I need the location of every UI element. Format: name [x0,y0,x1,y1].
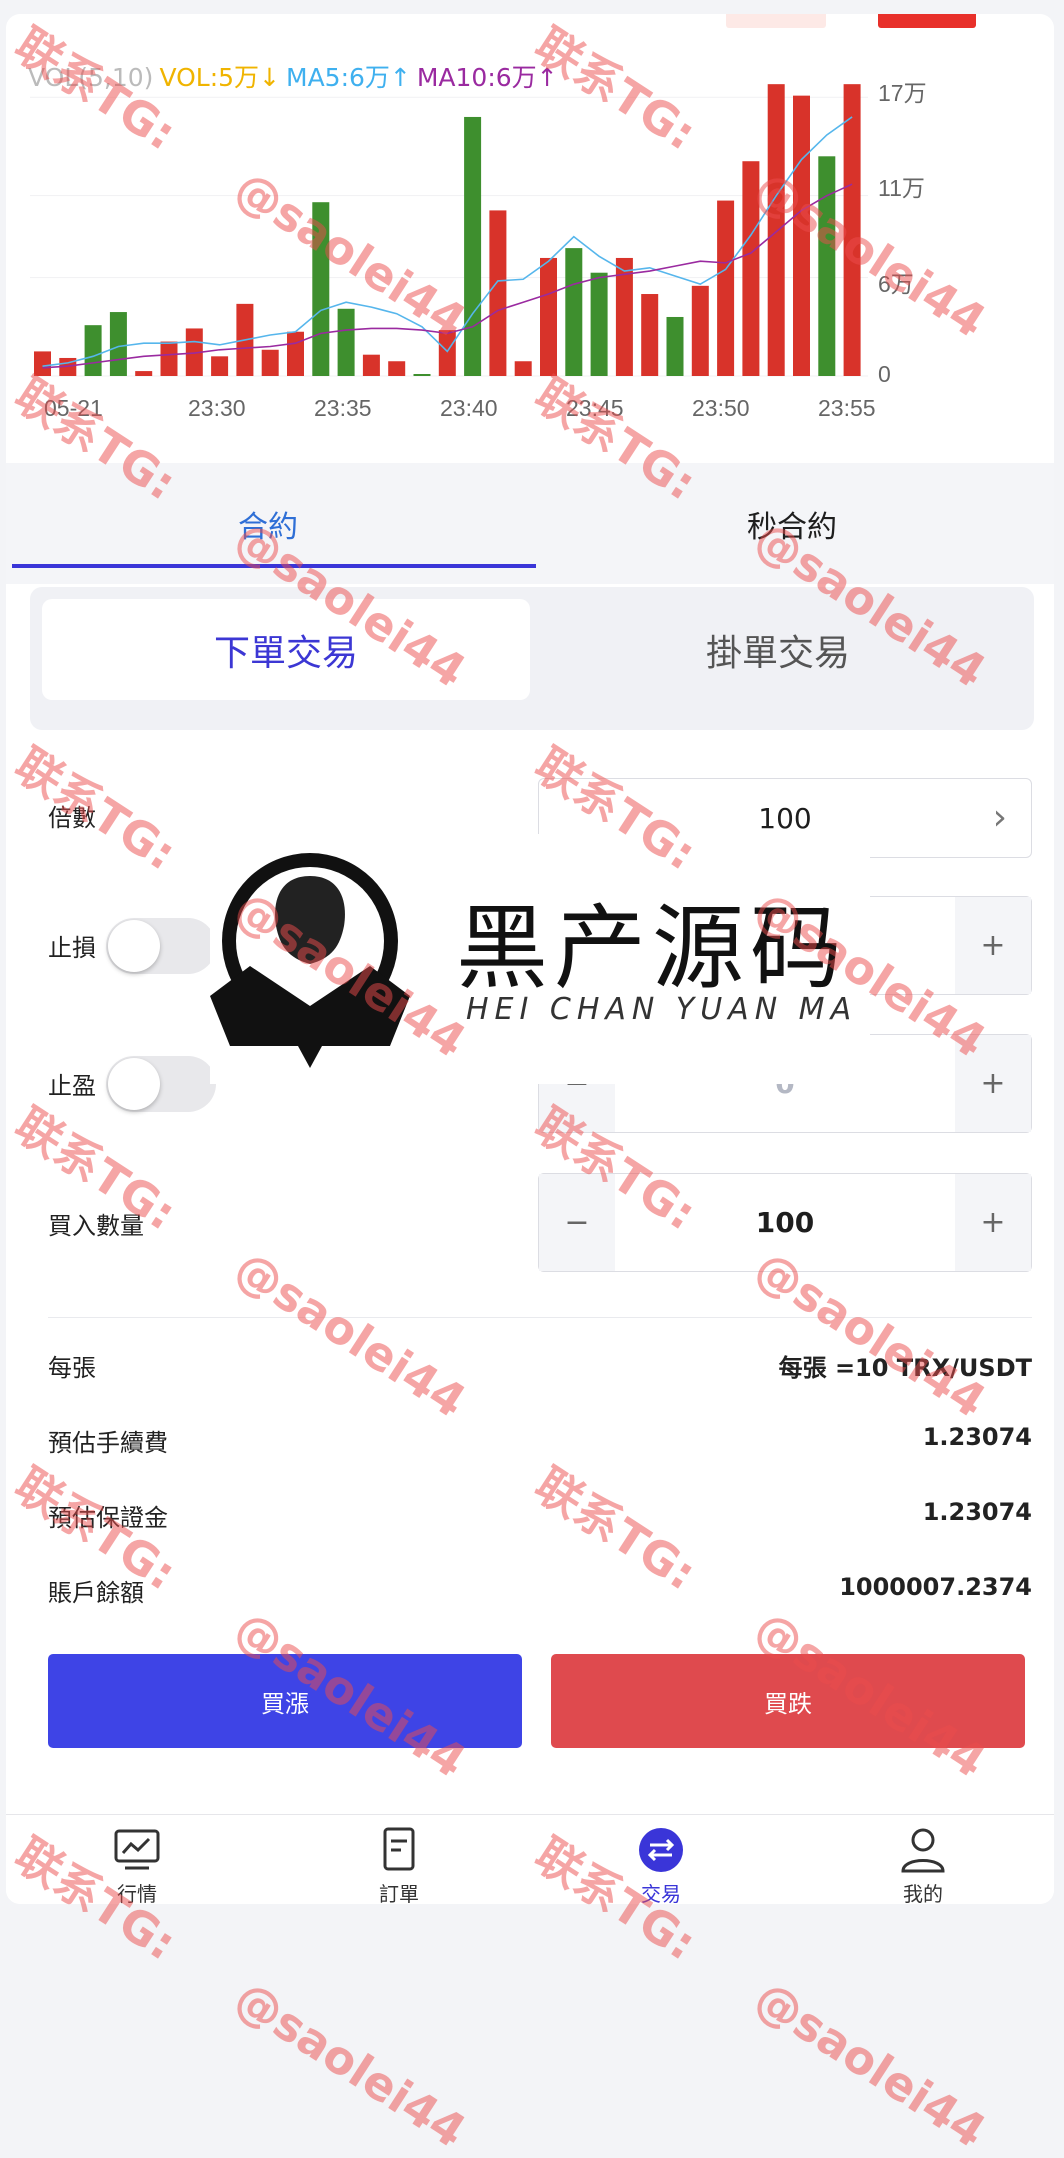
stop-loss-label: 止損 [48,934,96,962]
watermark-text: @saolei44 [225,1970,476,2158]
take-profit-label: 止盈 [48,1072,96,1100]
nav-orders-label: 訂單 [379,1882,419,1904]
per-contract-row: 每張 每張 =10 TRX/USDT [48,1342,1032,1382]
x-tick-label: 23:55 [818,395,876,421]
brand-cn-text: 黑产源码 [456,895,849,1002]
nav-mine-label: 我的 [903,1882,943,1904]
fee-row: 預估手續費 1.23074 [48,1417,1032,1457]
volume-bar [464,116,482,376]
warrior-logo-icon [210,853,410,1068]
brand-logo-overlay: 黑产源码 HEI CHAN YUAN MA [210,834,870,1084]
fee-value: 1.23074 [922,1423,1032,1451]
nav-trade-label: 交易 [641,1882,681,1904]
volume-bar [413,374,431,376]
document-icon [383,1827,415,1871]
limit-order-tab[interactable]: 掛單交易 [534,599,1022,700]
watermark-text: @saolei44 [745,1970,996,2158]
y-tick-label: 11万 [878,175,925,201]
nav-market-label: 行情 [117,1882,157,1904]
margin-row: 預估保證金 1.23074 [48,1492,1032,1532]
volume-bar [211,356,229,376]
volume-chart: VOL(5,10) VOL:5万↓ MA5:6万↑ MA10:6万↑ 17万 11万 6万… [6,14,1054,464]
volume-bar [691,285,709,376]
volume-bar [34,351,51,376]
volume-bar [717,200,735,376]
volume-bar [742,161,760,376]
volume-bar [818,156,836,376]
volume-bar [287,331,304,376]
balance-row: 賬戶餘額 1000007.2374 [48,1567,1032,1607]
volume-bar [540,257,557,376]
x-tick-label: 23:35 [314,395,372,421]
x-tick-label: 23:50 [692,395,750,421]
volume-bar [514,361,532,376]
brand-en-text: HEI CHAN YUAN MA [466,992,858,1027]
volume-bar [160,341,178,376]
volume-bar [438,330,456,376]
volume-bar [489,210,507,376]
swap-arrows-icon [639,1828,683,1872]
per-contract-value: 每張 =10 TRX/USDT [778,1354,1032,1382]
volume-bar [666,316,684,376]
user-icon [901,1828,945,1873]
volume-bar [767,84,785,377]
x-tick-label: 05-21 [44,395,103,421]
stop-loss-plus-button[interactable]: + [955,897,1031,994]
quantity-plus-button[interactable]: + [955,1174,1031,1271]
volume-bar [84,325,102,376]
nav-trade[interactable]: 交易 [530,1815,792,1904]
nav-market[interactable]: 行情 [6,1815,268,1904]
volume-bar [337,308,355,376]
market-order-tab[interactable]: 下單交易 [42,599,530,700]
per-contract-label: 每張 [48,1354,96,1382]
y-tick-label: 17万 [878,80,927,106]
order-type-switch: 下單交易 掛單交易 [30,587,1034,730]
buy-down-button[interactable]: 買跌 [551,1654,1025,1748]
quantity-label: 買入數量 [48,1212,144,1240]
volume-bar [312,202,330,376]
volume-bar [109,312,127,376]
margin-value: 1.23074 [922,1498,1032,1526]
divider [48,1317,1032,1318]
volume-chart-svg: 17万 11万 6万 0 05-21 23:30 23:35 23:40 23:45 23:50 2… [30,80,927,421]
y-tick-label: 6万 [878,271,914,297]
fee-label: 預估手續費 [48,1429,168,1457]
stop-loss-toggle[interactable] [106,918,216,974]
chevron-right-icon: › [992,797,1007,838]
buy-up-button[interactable]: 買漲 [48,1654,522,1748]
quantity-stepper: − 100 + [538,1173,1032,1272]
x-tick-label: 23:45 [566,395,624,421]
take-profit-plus-button[interactable]: + [955,1035,1031,1132]
chart-monitor-icon [114,1829,160,1870]
balance-value: 1000007.2374 [839,1573,1032,1601]
volume-bar [793,95,810,377]
tab-second-contract[interactable]: 秒合約 [530,463,1054,584]
volume-bar [641,294,659,376]
margin-label: 預估保證金 [48,1504,168,1532]
volume-bar [590,272,608,376]
volume-bar [362,354,380,376]
nav-orders[interactable]: 訂單 [268,1815,530,1904]
toggle-knob [108,920,160,972]
volume-bar [135,371,153,376]
volume-bar [261,349,279,376]
volume-bar [388,361,406,376]
nav-mine[interactable]: 我的 [792,1815,1054,1904]
volume-bar [843,84,861,377]
y-tick-label: 0 [878,361,891,387]
balance-label: 賬戶餘額 [48,1579,144,1607]
take-profit-toggle[interactable] [106,1056,216,1112]
x-tick-label: 23:40 [440,395,498,421]
bottom-nav: 行情 訂單 交易 我的 [6,1814,1054,1904]
tab-underline [12,564,536,568]
toggle-knob [108,1058,160,1110]
volume-bar [565,248,583,376]
leverage-label: 倍數 [48,804,96,832]
x-tick-label: 23:30 [188,395,246,421]
